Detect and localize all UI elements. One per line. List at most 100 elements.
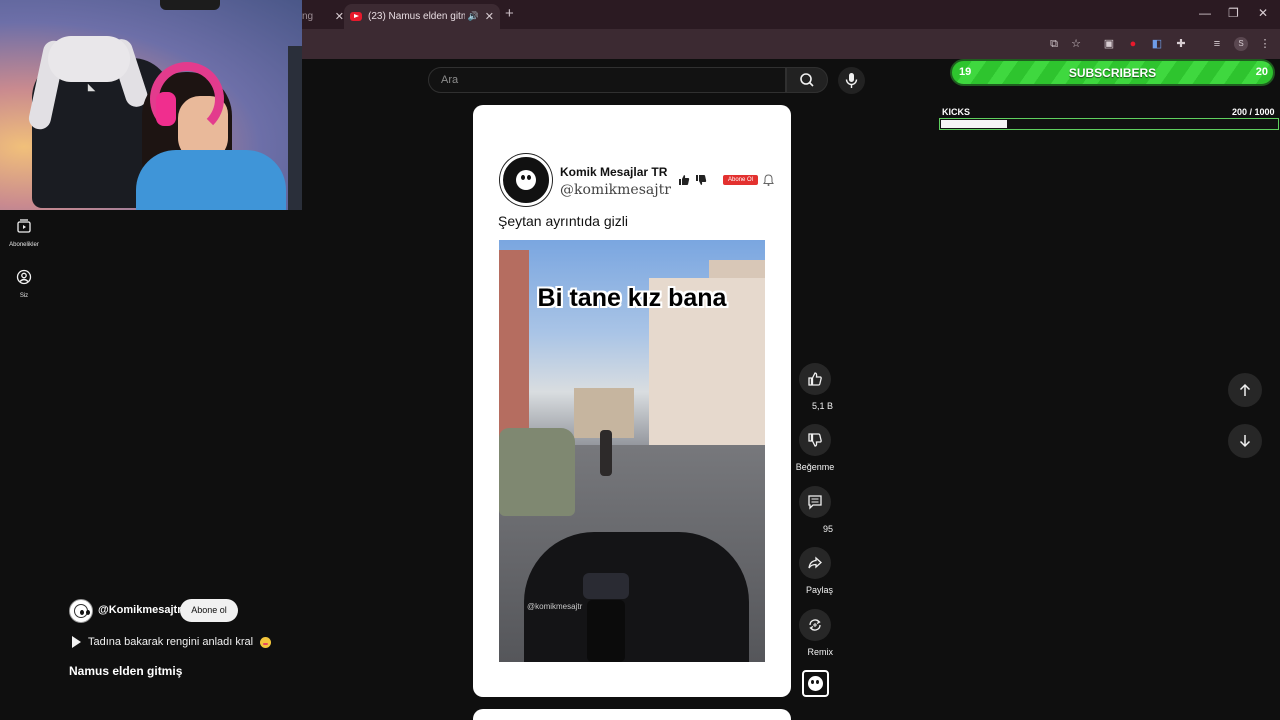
kicks-count: 200 / 1000	[1232, 107, 1275, 117]
comment-button[interactable]	[799, 486, 831, 518]
comment-count: 95	[822, 524, 833, 534]
short-video-player[interactable]: Komik Mesajlar TR @komikmesajtr Abone Ol…	[473, 105, 791, 697]
sidebar-item-subscriptions[interactable]: Abonelikler	[0, 218, 48, 248]
install-app-icon[interactable]: ⧉	[1047, 37, 1061, 51]
tweet-subscribe-badge: Abone Ol	[723, 175, 759, 185]
short-description: Tadına bakarak rengini anladı kral	[88, 636, 254, 648]
thumbs-down-icon	[696, 175, 707, 185]
thumbs-up-icon	[808, 372, 822, 386]
new-tab-button[interactable]: +	[505, 5, 514, 22]
sound-source-avatar[interactable]	[802, 670, 829, 697]
tweet-account-avatar	[500, 154, 552, 206]
account-icon	[16, 269, 32, 285]
motorcycle-dashboard	[583, 573, 629, 599]
search-input[interactable]: Ara	[428, 67, 786, 93]
bunny-hat	[48, 36, 130, 82]
next-short-preview[interactable]	[473, 709, 791, 720]
minimize-button[interactable]: —	[1199, 6, 1211, 20]
remix-button[interactable]	[799, 609, 831, 641]
puzzle-extensions-icon[interactable]: ✚	[1174, 37, 1188, 51]
window-close-button[interactable]: ✕	[1258, 6, 1268, 20]
tab-close-icon[interactable]: ✕	[335, 10, 344, 23]
tweet-account-handle: @komikmesajtr	[560, 182, 671, 198]
restore-button[interactable]: ❐	[1228, 6, 1239, 20]
like-count: 5,1 B	[811, 401, 833, 411]
voice-search-button[interactable]	[838, 67, 865, 94]
video-watermark: @komikmesajtr	[527, 602, 583, 611]
sidebar-item-label: Abonelikler	[9, 242, 39, 248]
share-action[interactable]: Paylaş	[797, 547, 833, 598]
dislike-label: Beğenme	[795, 462, 835, 472]
arrow-down-icon	[1239, 435, 1251, 448]
building-left	[499, 250, 529, 450]
share-button[interactable]	[799, 547, 831, 579]
webcam-background-shelf	[288, 46, 302, 210]
remix-label: Remix	[807, 647, 833, 657]
play-icon	[72, 636, 81, 648]
parked-car	[499, 428, 575, 516]
record-extension-icon[interactable]: ●	[1126, 37, 1140, 51]
laughing-emoji-icon	[260, 636, 272, 648]
subscriber-goal-widget: 19 SUBSCRIBERS 20	[950, 59, 1275, 86]
bell-icon	[763, 174, 774, 186]
motorcycle	[524, 532, 749, 662]
share-icon	[808, 556, 822, 569]
tab-title: ng	[302, 11, 314, 22]
previous-short-button[interactable]	[1228, 373, 1262, 407]
like-action[interactable]: 5,1 B	[797, 363, 833, 414]
kicks-progress-fill	[940, 119, 1008, 129]
extension-icon[interactable]: ▣	[1102, 37, 1116, 51]
description-row[interactable]: Tadına bakarak rengini anladı kral	[72, 636, 272, 648]
chair-logo: ◣	[88, 82, 95, 92]
subscriber-label: SUBSCRIBERS	[1068, 66, 1157, 80]
kicks-progress-bar	[939, 118, 1279, 130]
dislike-button[interactable]	[799, 424, 831, 456]
profile-avatar[interactable]: S	[1234, 37, 1248, 51]
mounted-phone	[587, 600, 625, 662]
channel-handle[interactable]: @Komikmesajtr	[98, 604, 181, 616]
walking-person	[600, 430, 612, 476]
translate-extension-icon[interactable]: ◧	[1150, 37, 1164, 51]
youtube-favicon-icon	[350, 12, 362, 21]
microphone-icon	[845, 73, 858, 88]
channel-avatar[interactable]	[69, 599, 93, 623]
video-overlay-text: Bi tane kız bana	[537, 284, 727, 312]
search-icon	[800, 73, 814, 87]
next-short-button[interactable]	[1228, 424, 1262, 458]
search-button[interactable]	[786, 67, 828, 93]
thumbs-up-icon	[679, 175, 690, 185]
share-label: Paylaş	[805, 585, 833, 595]
sidebar-item-label: Siz	[19, 293, 29, 299]
comment-icon	[808, 495, 822, 510]
subscriber-goal: 20	[1255, 66, 1268, 78]
webcam-overlay: ◣	[0, 0, 302, 210]
headphone-cup	[156, 92, 176, 126]
avatar-face	[808, 676, 823, 691]
sidebar-item-you[interactable]: Siz	[0, 269, 48, 299]
remix-action[interactable]: Remix	[797, 609, 833, 660]
tab-title: (23) Namus elden gitmiş - Y	[368, 11, 465, 22]
subscriptions-icon	[17, 219, 31, 233]
tweet-account-name: Komik Mesajlar TR	[560, 165, 668, 179]
browser-tab-active[interactable]: (23) Namus elden gitmiş - Y 🔊 ✕	[344, 4, 500, 29]
video-frame: Bi tane kız bana @komikmesajtr	[499, 240, 765, 662]
speaker-icon[interactable]: 🔊	[468, 11, 479, 22]
dislike-action[interactable]: Beğenme	[795, 424, 835, 475]
bookmark-star-icon[interactable]: ☆	[1069, 37, 1083, 51]
media-controls-icon[interactable]: ≡	[1210, 37, 1224, 51]
avatar-face	[74, 604, 90, 618]
browser-tab-previous[interactable]: ng ✕	[302, 4, 344, 29]
kicks-label: KICKS	[942, 107, 971, 117]
short-title[interactable]: Namus elden gitmiş	[69, 664, 182, 678]
webcam-lamp	[160, 0, 220, 10]
browser-menu-icon[interactable]: ⋮	[1258, 37, 1272, 51]
avatar-face	[516, 170, 536, 190]
like-button[interactable]	[799, 363, 831, 395]
thumbs-down-icon	[808, 433, 822, 447]
tab-close-icon[interactable]: ✕	[485, 10, 494, 23]
tweet-reaction-icons: Abone Ol	[678, 174, 774, 186]
remix-icon	[809, 619, 821, 631]
arrow-up-icon	[1239, 383, 1251, 396]
subscribe-button[interactable]: Abone ol	[180, 599, 238, 622]
comment-action[interactable]: 95	[797, 486, 833, 537]
